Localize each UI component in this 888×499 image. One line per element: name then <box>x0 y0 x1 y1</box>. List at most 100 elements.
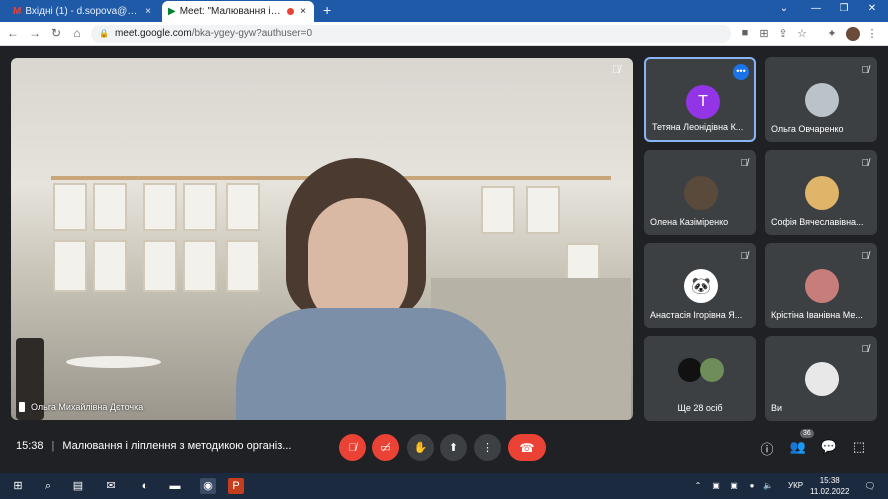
participant-tile[interactable]: 🎙̸ 🐼 Анастасія Ігорівна Я... <box>644 243 756 328</box>
raise-hand-button[interactable]: ✋ <box>407 434 434 461</box>
task-view-icon[interactable]: ▤ <box>70 478 86 494</box>
mic-toggle-button[interactable]: 🎙̸ <box>339 434 366 461</box>
windows-taskbar: ⊞ ⌕ ▤ ✉ ◐ ▬ ◉ P ⌃ ▣ ▣ ● 🔈 УКР 15:38 11.0… <box>0 473 888 499</box>
maximize-button[interactable]: ❐ <box>834 3 854 14</box>
close-window-button[interactable]: ✕ <box>862 3 882 14</box>
search-icon[interactable]: ⌕ <box>40 478 56 494</box>
meet-stage: 🎙̸ Ольга Михайлівна Дєточка ••• T Тетяна… <box>0 46 888 473</box>
translate-icon[interactable]: ⊞ <box>757 27 771 40</box>
close-tab-icon[interactable]: × <box>298 6 308 17</box>
avatar: T <box>686 85 720 119</box>
wall-frame <box>143 240 177 292</box>
reload-icon[interactable]: ↻ <box>49 26 63 40</box>
wall-frame <box>53 240 87 292</box>
participant-tile[interactable]: 🎙̸ Крістіна Іванівна Ме... <box>765 243 877 328</box>
avatar <box>805 176 839 210</box>
participant-tile[interactable]: 🎙̸ Софія Вячеславівна... <box>765 150 877 235</box>
tray-app-icon[interactable]: ● <box>744 478 760 494</box>
more-participants-tile[interactable]: Ще 28 осіб <box>644 336 756 421</box>
wall-frame <box>143 183 177 231</box>
activities-icon[interactable]: ⬚ <box>850 439 868 455</box>
main-speaker-label: Ольга Михайлівна Дєточка <box>19 402 143 412</box>
wall-frame <box>226 240 260 292</box>
url-field[interactable]: 🔒 meet.google.com/bka-ygey-gyw?authuser=… <box>91 25 731 43</box>
mail-icon[interactable]: ✉ <box>103 478 119 494</box>
menu-icon[interactable]: ⋮ <box>865 27 879 40</box>
chrome-icon[interactable]: ◉ <box>200 478 216 494</box>
home-icon[interactable]: ⌂ <box>70 26 84 40</box>
participant-name: Софія Вячеславівна... <box>771 217 864 227</box>
camera-toggle-button[interactable]: ▭̸ <box>372 434 399 461</box>
participant-name: Ольга Овчаренко <box>771 124 844 134</box>
speaker-person <box>236 158 506 420</box>
forward-icon[interactable]: → <box>28 26 42 40</box>
back-icon[interactable]: ← <box>6 26 20 40</box>
new-tab-button[interactable]: + <box>323 2 331 18</box>
edge-icon[interactable]: ◐ <box>137 478 153 494</box>
windows-start-icon[interactable]: ⊞ <box>10 478 26 494</box>
table <box>66 356 161 368</box>
powerpoint-icon[interactable]: P <box>228 478 244 494</box>
system-clock[interactable]: 15:38 11.02.2022 <box>810 475 849 497</box>
wall-frame <box>526 186 560 234</box>
self-name: Ви <box>771 403 783 413</box>
mic-off-icon: 🎙̸ <box>740 251 749 262</box>
gmail-icon: M <box>13 6 22 17</box>
phone-hangup-icon: ☎ <box>519 440 535 455</box>
wall-frame <box>183 240 217 292</box>
present-button[interactable]: ⬆ <box>440 434 467 461</box>
mic-off-icon: 🎙̸ <box>861 158 870 169</box>
browser-tab-bar: M Вхідні (1) - d.sopova@kubg.edu × ▶ Mee… <box>0 0 888 22</box>
tab-label: Meet: "Малювання і ліплен <box>179 6 283 17</box>
language-indicator[interactable]: УКР <box>788 481 803 490</box>
participant-tile[interactable]: 🎙̸ Олена Казіміренко <box>644 150 756 235</box>
participant-name: Тетяна Леонідівна К... <box>652 122 744 132</box>
tray-app-icon[interactable]: ▣ <box>726 478 742 494</box>
star-icon[interactable]: ☆ <box>795 27 809 40</box>
avatar <box>684 176 718 210</box>
notifications-icon[interactable]: 🗨 <box>862 478 878 494</box>
more-participants-label: Ще 28 осіб <box>677 403 723 413</box>
tray-chevron-icon[interactable]: ⌃ <box>690 478 706 494</box>
tab-search-icon[interactable]: ⌄ <box>774 3 794 14</box>
pin-icon <box>19 402 25 412</box>
mic-off-icon: 🎙̸ <box>612 64 621 76</box>
tab-gmail[interactable]: M Вхідні (1) - d.sopova@kubg.edu × <box>7 1 159 22</box>
participant-tile[interactable]: ••• T Тетяна Леонідівна К... <box>644 57 756 142</box>
people-icon[interactable]: 👥 <box>789 439 807 455</box>
close-tab-icon[interactable]: × <box>143 6 153 17</box>
tab-meet[interactable]: ▶ Meet: "Малювання і ліплен × <box>162 1 314 22</box>
file-explorer-icon[interactable]: ▬ <box>167 478 183 494</box>
mic-off-icon: 🎙̸ <box>348 441 357 454</box>
self-tile[interactable]: 🎙̸ Ви <box>765 336 877 421</box>
extensions-icon[interactable]: ✦ <box>825 27 839 40</box>
url-host: meet.google.com <box>114 28 192 39</box>
avatar <box>805 362 839 396</box>
more-options-button[interactable]: ⋮ <box>474 434 501 461</box>
share-icon[interactable]: ⇪ <box>776 27 790 40</box>
meeting-info: 15:38 | Малювання і ліплення з методикою… <box>16 440 292 452</box>
wall-frame <box>93 183 127 231</box>
avatar: 🐼 <box>684 269 718 303</box>
end-call-button[interactable]: ☎ <box>508 434 546 461</box>
mic-off-icon: 🎙̸ <box>861 251 870 262</box>
recording-icon <box>287 8 294 15</box>
participant-tile[interactable]: 🎙̸ Ольга Овчаренко <box>765 57 877 142</box>
clock-date: 11.02.2022 <box>810 487 850 496</box>
url-path: /bka-ygey-gyw?authuser=0 <box>191 28 313 39</box>
speaker-icon[interactable]: 🔈 <box>760 478 776 494</box>
wall-frame <box>226 183 260 231</box>
wall-frame <box>183 183 217 231</box>
avatar <box>678 358 702 382</box>
chat-icon[interactable]: 💬 <box>820 439 838 455</box>
address-bar: ← → ↻ ⌂ 🔒 meet.google.com/bka-ygey-gyw?a… <box>0 22 888 46</box>
main-video[interactable]: 🎙̸ Ольга Михайлівна Дєточка <box>11 58 633 420</box>
minimize-button[interactable]: — <box>806 3 826 14</box>
profile-avatar[interactable] <box>846 27 860 41</box>
info-icon[interactable]: ⓘ <box>758 439 776 458</box>
tray-app-icon[interactable]: ▣ <box>708 478 724 494</box>
more-options-icon[interactable]: ••• <box>733 64 749 80</box>
people-count-badge: 36 <box>800 429 814 438</box>
camera-icon[interactable]: ■ <box>738 27 752 39</box>
participant-name: Олена Казіміренко <box>650 217 729 227</box>
